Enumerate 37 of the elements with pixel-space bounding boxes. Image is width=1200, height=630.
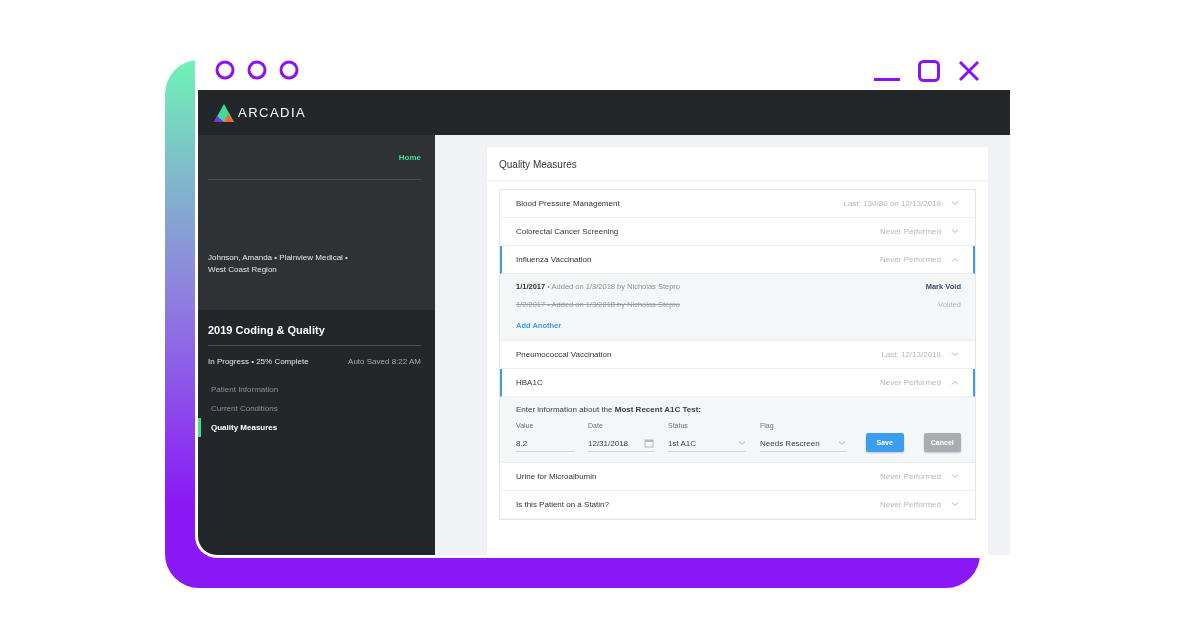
patient-info: Johnson, Amanda • Plainview Medical • West Coast Region	[208, 252, 349, 276]
date-field[interactable]: 12/31/2018	[588, 435, 654, 452]
section-title: 2019 Coding & Quality	[208, 324, 421, 346]
measure-row[interactable]: Is this Patient on a Statin? Never Performed	[500, 491, 975, 519]
dropdown-field[interactable]: Needs Rescreen	[760, 435, 846, 452]
measure-row[interactable]: Pneumococcal Vaccination Last: 12/13/2018	[500, 341, 975, 369]
maximize-icon[interactable]	[918, 60, 940, 82]
chevron-up-icon[interactable]	[951, 257, 959, 262]
measure-row[interactable]: Urine for Microalbumin Never Performed	[500, 463, 975, 491]
chevron-down-icon[interactable]	[951, 201, 959, 206]
logo-text: ARCADIA	[238, 105, 307, 120]
minimize-icon[interactable]	[874, 78, 900, 82]
caret-icon[interactable]	[838, 441, 846, 445]
nav-item[interactable]: Patient Information	[198, 380, 421, 399]
measure-row[interactable]: Blood Pressure Management Last: 130/80 on 12/13/2018	[500, 190, 975, 218]
nav-item[interactable]: Current Conditions	[198, 399, 421, 418]
circle-icon	[247, 60, 267, 80]
form-prompt: Enter information about the Most Recent A1C Test:	[516, 405, 702, 414]
caret-icon[interactable]	[738, 441, 746, 445]
progress-text: In Progress • 25% Complete	[208, 357, 309, 366]
circle-icon	[215, 60, 235, 80]
dropdown-field[interactable]: 1st A1C	[668, 435, 746, 452]
chevron-down-icon[interactable]	[951, 474, 959, 479]
home-link[interactable]: Home	[398, 152, 421, 162]
card-title: Quality Measures	[487, 147, 988, 181]
circle-icon	[279, 60, 299, 80]
nav-item[interactable]: Quality Measures	[198, 418, 421, 437]
triangle-logo-icon	[214, 103, 234, 122]
input-field[interactable]: 8.2	[516, 435, 574, 452]
calendar-icon[interactable]	[644, 438, 654, 448]
measure-row[interactable]: Colorectal Cancer Screening Never Performed	[500, 218, 975, 246]
autosave-text: Auto Saved 8:22 AM	[348, 357, 421, 366]
chevron-down-icon[interactable]	[951, 502, 959, 507]
chevron-up-icon[interactable]	[951, 380, 959, 385]
chevron-down-icon[interactable]	[951, 352, 959, 357]
chevron-down-icon[interactable]	[951, 229, 959, 234]
close-icon[interactable]	[958, 60, 980, 82]
